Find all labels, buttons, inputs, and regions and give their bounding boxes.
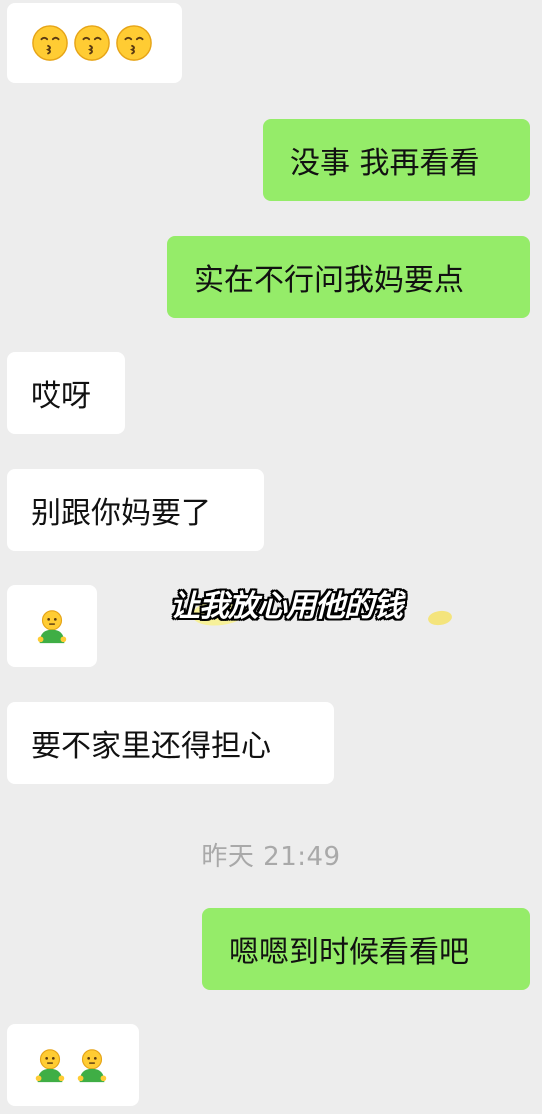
green-person-emoji-icon	[77, 1049, 107, 1083]
message-bubble-incoming[interactable]	[7, 3, 182, 83]
message-bubble-incoming[interactable]	[7, 585, 97, 667]
message-bubble-incoming[interactable]: 别跟你妈要了	[7, 469, 264, 551]
message-bubble-incoming[interactable]	[7, 1024, 139, 1106]
green-person-emoji-icon	[35, 1049, 65, 1083]
timestamp: 昨天 21:49	[201, 842, 341, 872]
emoji-row	[31, 1046, 111, 1084]
message-bubble-outgoing[interactable]: 没事 我再看看	[263, 119, 530, 201]
kissing-face-icon	[32, 25, 68, 61]
green-person-emoji-icon	[37, 610, 67, 644]
message-bubble-incoming[interactable]: 哎呀	[7, 352, 125, 434]
kissing-face-icon	[74, 25, 110, 61]
overlay-caption-text: 让我放心用他的钱	[170, 589, 403, 624]
message-text: 别跟你妈要了	[31, 496, 211, 531]
message-bubble-outgoing[interactable]: 实在不行问我妈要点	[167, 236, 530, 318]
message-text: 要不家里还得担心	[31, 729, 271, 764]
message-bubble-incoming[interactable]: 要不家里还得担心	[7, 702, 334, 784]
message-text: 哎呀	[31, 379, 91, 414]
message-text: 没事 我再看看	[290, 146, 480, 181]
message-text: 实在不行问我妈要点	[194, 263, 464, 298]
emoji-row	[31, 24, 153, 62]
overlay-caption: 让我放心用他的钱	[170, 581, 460, 631]
highlight-mark	[427, 609, 453, 627]
kissing-face-icon	[116, 25, 152, 61]
message-text: 嗯嗯到时候看看吧	[229, 935, 469, 970]
message-bubble-outgoing[interactable]: 嗯嗯到时候看看吧	[202, 908, 530, 990]
